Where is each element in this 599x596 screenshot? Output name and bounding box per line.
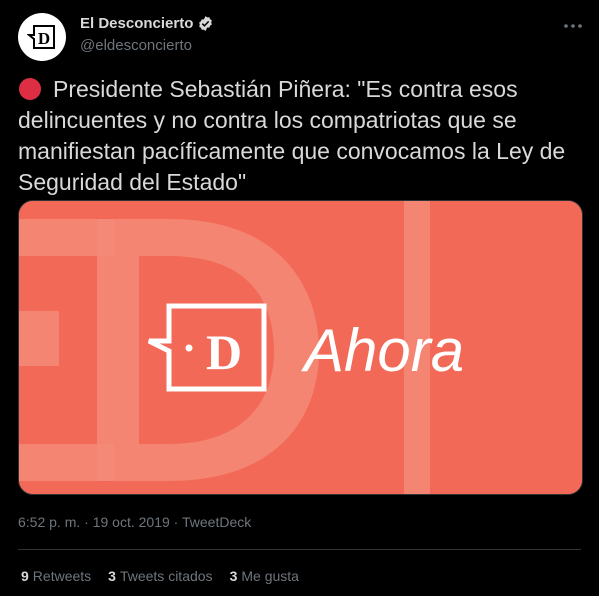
author-handle[interactable]: @eldesconcierto [80, 37, 192, 54]
retweets-count: 9 [21, 568, 29, 584]
retweets-stat[interactable]: 9 Retweets [21, 568, 91, 584]
quotes-stat[interactable]: 3 Tweets citados [108, 568, 212, 584]
meta-separator: · [84, 514, 89, 530]
tweet-source[interactable]: TweetDeck [182, 514, 251, 530]
more-dots-icon [564, 24, 582, 28]
red-circle-icon [19, 78, 41, 100]
author-name-text: El Desconcierto [80, 15, 194, 32]
avatar-letter: D [38, 29, 50, 48]
quotes-label: Tweets citados [119, 568, 213, 584]
meta-separator: · [173, 514, 179, 530]
tweet-text: Presidente Sebastián Piñera: "Es contra … [18, 76, 566, 195]
verified-badge-icon [199, 16, 213, 31]
tweet-text-block: Presidente Sebastián Piñera: "Es contra … [18, 74, 583, 198]
tweet-card: D El Desconcierto @eldesconcierto Presid… [0, 0, 599, 596]
tweet-stats: 9 Retweets 3 Tweets citados 3 Me gusta [21, 568, 299, 584]
media-caption: Ahora [301, 317, 464, 384]
author-avatar[interactable]: D [18, 13, 66, 61]
quotes-count: 3 [108, 568, 116, 584]
tweet-media-image[interactable]: D Ahora [18, 200, 583, 495]
retweets-label: Retweets [32, 568, 92, 584]
media-logo-letter: D [206, 324, 242, 380]
likes-count: 3 [229, 568, 238, 584]
desconcierto-logo-icon: D [27, 25, 55, 49]
likes-label: Me gusta [241, 568, 299, 584]
more-options-button[interactable] [561, 14, 585, 38]
likes-stat[interactable]: 3 Me gusta [230, 568, 299, 584]
tweet-time[interactable]: 6:52 p. m. [18, 514, 80, 530]
author-name[interactable]: El Desconcierto [80, 15, 214, 32]
media-illustration: D Ahora [19, 201, 582, 494]
tweet-meta: 6:52 p. m. · 19 oct. 2019 · TweetDeck [18, 514, 251, 530]
tweet-date[interactable]: 19 oct. 2019 [93, 514, 170, 530]
divider [18, 549, 581, 550]
